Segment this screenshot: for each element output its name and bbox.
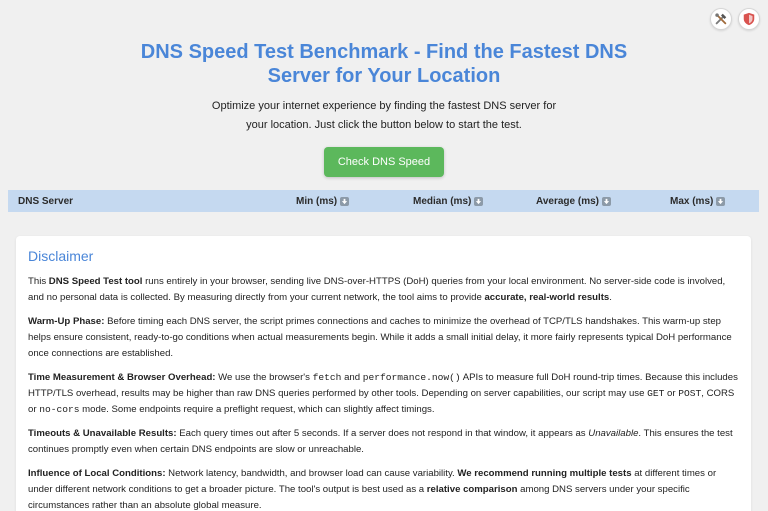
- tools-icon[interactable]: [710, 8, 732, 30]
- time-measurement-paragraph: Time Measurement & Browser Overhead: We …: [28, 370, 739, 418]
- column-label: DNS Server: [18, 195, 74, 207]
- column-header-min[interactable]: Min (ms): [296, 190, 350, 212]
- code-performance-now: performance.now(): [362, 372, 461, 383]
- text: mode. Some endpoints require a preflight…: [79, 404, 435, 415]
- top-toolbar: [710, 8, 760, 30]
- text: or: [664, 388, 679, 399]
- sort-down-icon[interactable]: [716, 196, 726, 206]
- column-header-dns-server[interactable]: DNS Server: [18, 190, 73, 212]
- warm-up-paragraph: Warm-Up Phase: Before timing each DNS se…: [28, 314, 739, 362]
- text: Before timing each DNS server, the scrip…: [28, 316, 732, 359]
- tool-name-emphasis: DNS Speed Test tool: [48, 276, 143, 287]
- time-measurement-label: Time Measurement & Browser Overhead:: [28, 372, 216, 383]
- relative-comparison-emphasis: relative comparison: [426, 484, 518, 495]
- disclaimer-intro-paragraph: This DNS Speed Test tool runs entirely i…: [28, 274, 739, 306]
- code-fetch: fetch: [312, 372, 342, 383]
- code-get: GET: [647, 388, 665, 399]
- results-table-header: DNS Server Min (ms) Median (ms) Average …: [8, 190, 759, 212]
- text: Network latency, bandwidth, and browser …: [165, 468, 458, 479]
- recommendation-emphasis: We recommend running multiple tests: [457, 468, 632, 479]
- warm-up-label: Warm-Up Phase:: [28, 316, 105, 327]
- text: This: [28, 276, 49, 287]
- column-label: Average (ms): [536, 195, 599, 207]
- code-post: POST: [678, 388, 702, 399]
- sort-down-icon[interactable]: [474, 196, 484, 206]
- text: We use the browser's: [215, 372, 313, 383]
- timeouts-paragraph: Timeouts & Unavailable Results: Each que…: [28, 426, 739, 458]
- text: and: [341, 372, 363, 383]
- page-title: DNS Speed Test Benchmark - Find the Fast…: [140, 41, 628, 87]
- column-header-average[interactable]: Average (ms): [536, 190, 611, 212]
- sort-down-icon[interactable]: [340, 196, 350, 206]
- column-header-max[interactable]: Max (ms): [670, 190, 726, 212]
- sort-down-icon[interactable]: [602, 196, 611, 206]
- timeouts-label: Timeouts & Unavailable Results:: [28, 428, 177, 439]
- column-header-median[interactable]: Median (ms): [413, 190, 484, 212]
- column-label: Median (ms): [413, 195, 472, 207]
- text: Each query times out after 5 seconds. If…: [176, 428, 589, 439]
- page-subtitle: Optimize your internet experience by fin…: [211, 100, 557, 131]
- disclaimer-card: Disclaimer This DNS Speed Test tool runs…: [16, 236, 751, 511]
- accuracy-emphasis: accurate, real-world results: [484, 292, 610, 303]
- column-label: Max (ms): [670, 195, 714, 207]
- shield-icon[interactable]: [738, 8, 760, 30]
- local-conditions-paragraph: Influence of Local Conditions: Network l…: [28, 466, 739, 511]
- unavailable-term: Unavailable: [588, 428, 639, 439]
- hero-section: DNS Speed Test Benchmark - Find the Fast…: [0, 0, 768, 177]
- code-no-cors: no-cors: [39, 404, 80, 415]
- local-conditions-label: Influence of Local Conditions:: [28, 468, 166, 479]
- check-dns-speed-button[interactable]: Check DNS Speed: [323, 147, 445, 177]
- column-label: Min (ms): [296, 195, 338, 207]
- text: .: [609, 292, 612, 303]
- disclaimer-heading: Disclaimer: [28, 248, 94, 264]
